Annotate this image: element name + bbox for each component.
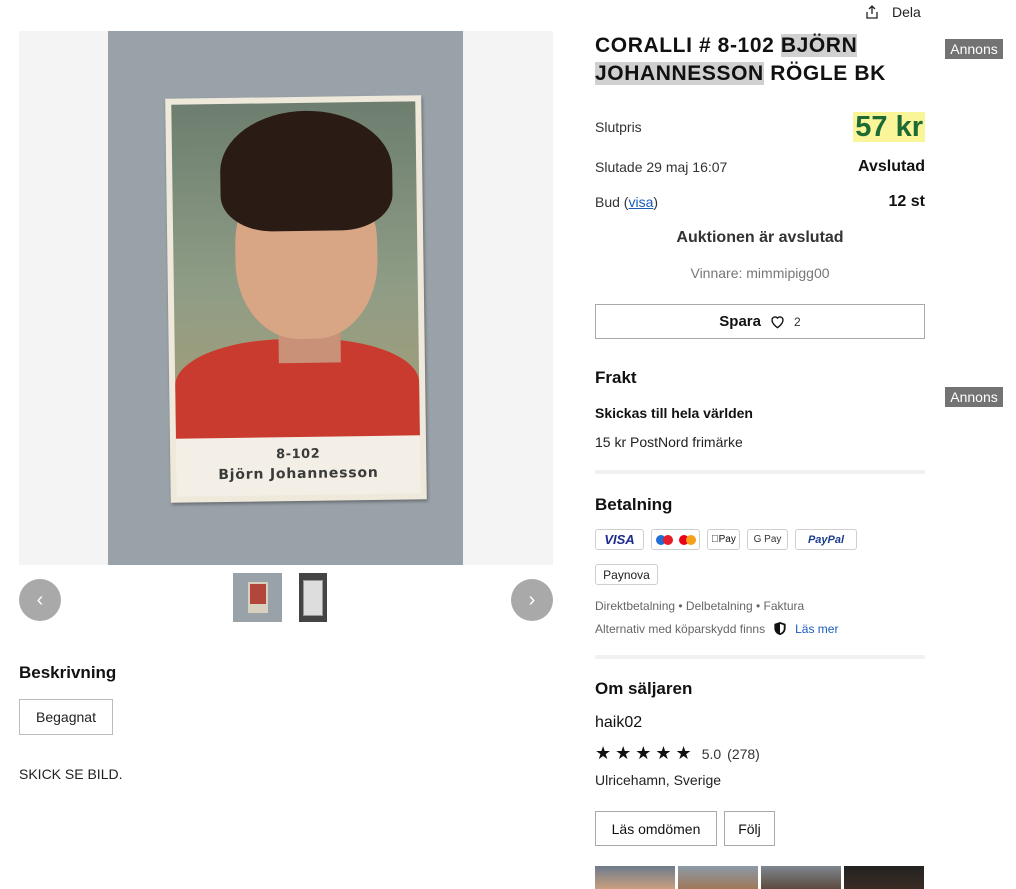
- payment-methods: VISA Pay G Pay PayPal: [595, 529, 857, 550]
- paynova-icon: Paynova: [595, 564, 658, 585]
- gallery-next-button[interactable]: ›: [511, 579, 553, 621]
- maestro-mastercard-icon: [651, 529, 700, 550]
- google-pay-icon: G Pay: [747, 529, 788, 550]
- save-label: Spara: [719, 313, 761, 330]
- trading-card-image: 8-102 Björn Johannesson: [165, 95, 427, 503]
- card-player-name: Björn Johannesson: [218, 464, 379, 484]
- title-highlight: BJÖRN: [780, 34, 858, 57]
- bids-label: Bud (visa): [595, 194, 659, 210]
- follow-button[interactable]: Följ: [724, 811, 775, 846]
- seller-item-thumbnail[interactable]: [844, 866, 924, 889]
- final-price-row: Slutpris 57 kr: [595, 112, 925, 142]
- shield-icon: [774, 621, 786, 636]
- payment-types: Direktbetalning • Delbetalning • Faktura: [595, 599, 805, 613]
- bids-text: Bud: [595, 194, 620, 210]
- show-bids-link[interactable]: visa: [628, 194, 653, 210]
- save-button[interactable]: Spara 2: [595, 304, 925, 339]
- thumbnail-back[interactable]: [299, 573, 327, 622]
- buyer-protection: Alternativ med köparskydd finns Läs mer: [595, 621, 838, 636]
- image-gallery[interactable]: 8-102 Björn Johannesson: [19, 31, 553, 565]
- gallery-prev-button[interactable]: ‹: [19, 579, 61, 621]
- seller-location: Ulricehamn, Sverige: [595, 772, 722, 788]
- shipping-worldwide: Skickas till hela världen: [595, 405, 753, 421]
- ad-badge: Annons: [945, 39, 1003, 59]
- share-label: Dela: [892, 4, 921, 20]
- final-price: 57 kr: [853, 111, 925, 143]
- payment-heading: Betalning: [595, 495, 673, 514]
- bids-count: 12 st: [888, 193, 925, 210]
- ad-badge: Annons: [945, 387, 1003, 407]
- read-reviews-button[interactable]: Läs omdömen: [595, 811, 717, 846]
- condition-badge: Begagnat: [19, 699, 113, 735]
- paypal-icon: PayPal: [795, 529, 857, 550]
- apple-pay-label: Pay: [714, 534, 736, 545]
- final-price-label: Slutpris: [595, 119, 642, 135]
- listing-title: CORALLI # 8-102 BJÖRN JOHANNESSON RÖGLE …: [595, 32, 925, 88]
- thumbnail-front[interactable]: [233, 573, 282, 622]
- rating-score: 5.0: [701, 745, 722, 762]
- seller-heading: Om säljaren: [595, 679, 693, 698]
- visa-icon: VISA: [595, 529, 644, 550]
- card-caption: 8-102 Björn Johannesson: [175, 435, 421, 497]
- seller-item-thumbnail[interactable]: [595, 866, 675, 889]
- title-text: RÖGLE BK: [763, 62, 886, 85]
- seller-name[interactable]: haik02: [595, 714, 642, 732]
- shipping-option: 15 kr PostNord frimärke: [595, 434, 743, 450]
- seller-item-thumbnail[interactable]: [761, 866, 841, 889]
- winner-text: Vinnare: mimmipigg00: [690, 265, 830, 281]
- auction-ended-message: Auktionen är avslutad: [676, 229, 844, 246]
- seller-item-thumbnail[interactable]: [678, 866, 758, 889]
- review-count: (278): [727, 745, 760, 762]
- chevron-right-icon: ›: [528, 588, 536, 611]
- share-icon: [866, 5, 878, 19]
- card-portrait: [171, 101, 420, 441]
- ended-row: Slutade 29 maj 16:07 Avslutad: [595, 158, 925, 176]
- description-heading: Beskrivning: [19, 663, 117, 682]
- buyer-protection-text: Alternativ med köparskydd finns: [595, 621, 766, 636]
- title-highlight: JOHANNESSON: [595, 62, 764, 85]
- read-more-link[interactable]: Läs mer: [795, 622, 838, 636]
- status-value: Avslutad: [858, 158, 925, 175]
- title-text: CORALLI # 8-102: [595, 34, 781, 57]
- chevron-left-icon: ‹: [36, 588, 44, 611]
- shipping-heading: Frakt: [595, 368, 637, 387]
- star-rating-icon: ★★★★★: [595, 743, 696, 763]
- save-count: 2: [794, 314, 801, 329]
- heart-icon: [771, 316, 784, 329]
- card-number: 8-102: [276, 446, 321, 463]
- ended-date: Slutade 29 maj 16:07: [595, 159, 728, 175]
- description-text: SKICK SE BILD.: [19, 766, 123, 782]
- seller-rating: ★★★★★ 5.0 (278): [595, 743, 760, 764]
- apple-pay-icon: Pay: [707, 529, 740, 550]
- seller-items-strip[interactable]: [595, 866, 924, 889]
- main-photo[interactable]: 8-102 Björn Johannesson: [108, 31, 463, 565]
- divider: [595, 655, 925, 659]
- share-button[interactable]: Dela: [864, 4, 921, 20]
- divider: [595, 470, 925, 474]
- bids-row: Bud (visa) 12 st: [595, 193, 925, 211]
